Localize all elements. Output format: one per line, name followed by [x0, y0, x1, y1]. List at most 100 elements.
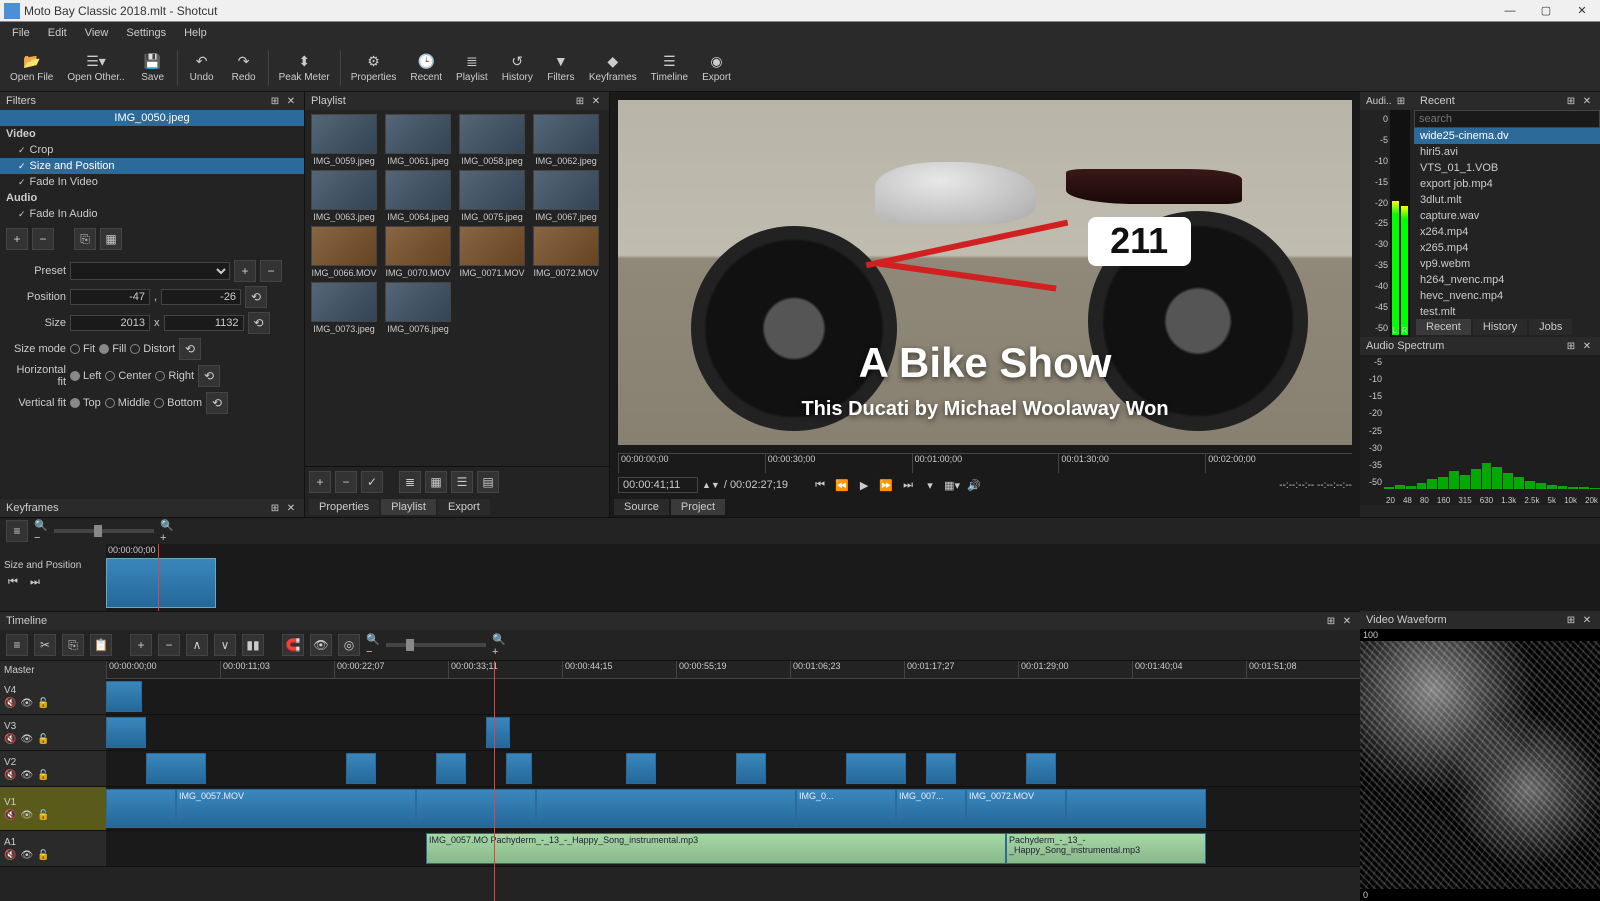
skip-start-button[interactable]: ⏮: [812, 477, 828, 493]
sizemode-reset-button[interactable]: ⟲: [179, 338, 201, 360]
preview-tab-project[interactable]: Project: [671, 499, 725, 515]
track-mute-icon[interactable]: 🔇: [4, 698, 16, 709]
recent-tab-recent[interactable]: Recent: [1416, 319, 1471, 335]
filters-close-icon[interactable]: ✕: [284, 94, 298, 108]
track-hide-icon[interactable]: 👁: [20, 810, 33, 821]
save-button[interactable]: 💾Save: [133, 50, 173, 85]
track-content[interactable]: IMG_0057.MO Pachyderm_-_13_-_Happy_Song_…: [106, 831, 1360, 866]
track-header-v1[interactable]: V1🔇👁🔓: [0, 787, 106, 830]
tl-lift-button[interactable]: ∧: [186, 634, 208, 656]
recent-item[interactable]: hiri5.avi: [1414, 144, 1600, 160]
track-lock-icon[interactable]: 🔓: [37, 770, 49, 781]
timeline-clip[interactable]: IMG_0...: [796, 789, 896, 828]
playlist-button[interactable]: ≣Playlist: [450, 50, 494, 85]
vertfit-middle[interactable]: Middle: [105, 397, 150, 409]
timecode-current-input[interactable]: [618, 477, 698, 493]
filter-checkbox-icon[interactable]: ✓: [18, 145, 26, 156]
recent-button[interactable]: 🕒Recent: [404, 50, 448, 85]
playlist-item[interactable]: IMG_0071.MOV: [457, 226, 527, 278]
tl-ripple-button[interactable]: ◎: [338, 634, 360, 656]
timeline-clip[interactable]: [1066, 789, 1206, 828]
peak-meter-button[interactable]: ⬍Peak Meter: [273, 50, 336, 85]
timeline-clip[interactable]: IMG_0057.MO Pachyderm_-_13_-_Happy_Song_…: [426, 833, 1006, 864]
export-button[interactable]: ◉Export: [696, 50, 737, 85]
rewind-button[interactable]: ⏪: [834, 477, 850, 493]
volume-button[interactable]: 🔊: [966, 477, 982, 493]
kf-prev-button[interactable]: ⏮: [6, 575, 20, 589]
preset-add-button[interactable]: +: [234, 260, 256, 282]
playlist-item[interactable]: IMG_0063.jpeg: [309, 170, 379, 222]
recent-item[interactable]: test.mlt: [1414, 304, 1600, 317]
recent-item[interactable]: export job.mp4: [1414, 176, 1600, 192]
horizfit-right[interactable]: Right: [155, 370, 194, 382]
tl-paste-button[interactable]: 📋: [90, 634, 112, 656]
size-reset-button[interactable]: ⟲: [248, 312, 270, 334]
recent-item[interactable]: x264.mp4: [1414, 224, 1600, 240]
timeline-ruler[interactable]: 00:00:00;0000:00:11;0300:00:22;0700:00:3…: [106, 661, 1360, 679]
timeline-clip[interactable]: [536, 789, 796, 828]
timeline-clip[interactable]: [1026, 753, 1056, 784]
track-hide-icon[interactable]: 👁: [20, 734, 33, 745]
filter-item[interactable]: ✓Fade In Video: [0, 174, 304, 190]
tl-snap-button[interactable]: 🧲: [282, 634, 304, 656]
grid-button[interactable]: ▦▾: [944, 477, 960, 493]
track-content[interactable]: [106, 751, 1360, 786]
playlist-item[interactable]: IMG_0073.jpeg: [309, 282, 379, 334]
tl-zoom-in-icon[interactable]: 🔍+: [492, 638, 506, 652]
remove-filter-button[interactable]: −: [32, 228, 54, 250]
playlist-icon-view-button[interactable]: ☰: [451, 471, 473, 493]
recent-close-icon[interactable]: ✕: [1580, 94, 1594, 108]
recent-item[interactable]: vp9.webm: [1414, 256, 1600, 272]
track-mute-icon[interactable]: 🔇: [4, 850, 16, 861]
redo-button[interactable]: ↷Redo: [224, 50, 264, 85]
menu-settings[interactable]: Settings: [118, 25, 174, 41]
kf-next-button[interactable]: ⏭: [28, 575, 42, 589]
sizemode-fill[interactable]: Fill: [99, 343, 126, 355]
timeline-clip[interactable]: [926, 753, 956, 784]
timeline-dock-icon[interactable]: ⊞: [1324, 614, 1338, 628]
recent-search-input[interactable]: [1414, 110, 1600, 128]
filter-checkbox-icon[interactable]: ✓: [18, 177, 26, 188]
timeline-clip[interactable]: [626, 753, 656, 784]
timeline-clip[interactable]: [736, 753, 766, 784]
play-button[interactable]: ▶: [856, 477, 872, 493]
timeline-clip[interactable]: [486, 717, 510, 748]
horizfit-left[interactable]: Left: [70, 370, 101, 382]
recent-tab-jobs[interactable]: Jobs: [1529, 319, 1572, 335]
filters-dock-icon[interactable]: ⊞: [268, 94, 282, 108]
position-y-input[interactable]: [161, 289, 241, 305]
menu-edit[interactable]: Edit: [40, 25, 75, 41]
kf-clip[interactable]: [106, 558, 216, 608]
open-file-button[interactable]: 📂Open File: [4, 50, 59, 85]
horizfit-reset-button[interactable]: ⟲: [198, 365, 220, 387]
preview-tab-source[interactable]: Source: [614, 499, 669, 515]
preset-select[interactable]: [70, 262, 230, 280]
playlist-tab-playlist[interactable]: Playlist: [381, 499, 436, 515]
waveform-close-icon[interactable]: ✕: [1580, 613, 1594, 627]
recent-dock-icon[interactable]: ⊞: [1564, 94, 1578, 108]
waveform-dock-icon[interactable]: ⊞: [1564, 613, 1578, 627]
tl-append-button[interactable]: +: [130, 634, 152, 656]
sizemode-fit[interactable]: Fit: [70, 343, 95, 355]
recent-item[interactable]: VTS_01_1.VOB: [1414, 160, 1600, 176]
recent-item[interactable]: x265.mp4: [1414, 240, 1600, 256]
playlist-tab-export[interactable]: Export: [438, 499, 490, 515]
track-lock-icon[interactable]: 🔓: [37, 734, 49, 745]
recent-item[interactable]: hevc_nvenc.mp4: [1414, 288, 1600, 304]
track-content[interactable]: IMG_0057.MOVIMG_0...IMG_007...IMG_0072.M…: [106, 787, 1360, 830]
tl-menu-button[interactable]: ≡: [6, 634, 28, 656]
track-mute-icon[interactable]: 🔇: [4, 770, 16, 781]
playlist-item[interactable]: IMG_0066.MOV: [309, 226, 379, 278]
track-content[interactable]: [106, 679, 1360, 714]
tl-overwrite-button[interactable]: ∨: [214, 634, 236, 656]
forward-button[interactable]: ⏩: [878, 477, 894, 493]
recent-item[interactable]: h264_nvenc.mp4: [1414, 272, 1600, 288]
paste-filter-button[interactable]: ▦: [100, 228, 122, 250]
add-filter-button[interactable]: +: [6, 228, 28, 250]
playlist-item[interactable]: IMG_0062.jpeg: [531, 114, 601, 166]
timeline-clip[interactable]: [846, 753, 906, 784]
preview-ruler[interactable]: 00:00:00;0000:00:30;0000:01:00;0000:01:3…: [618, 453, 1352, 473]
spectrum-close-icon[interactable]: ✕: [1580, 339, 1594, 353]
playlist-check-button[interactable]: ✓: [361, 471, 383, 493]
kf-menu-button[interactable]: ≡: [6, 520, 28, 542]
